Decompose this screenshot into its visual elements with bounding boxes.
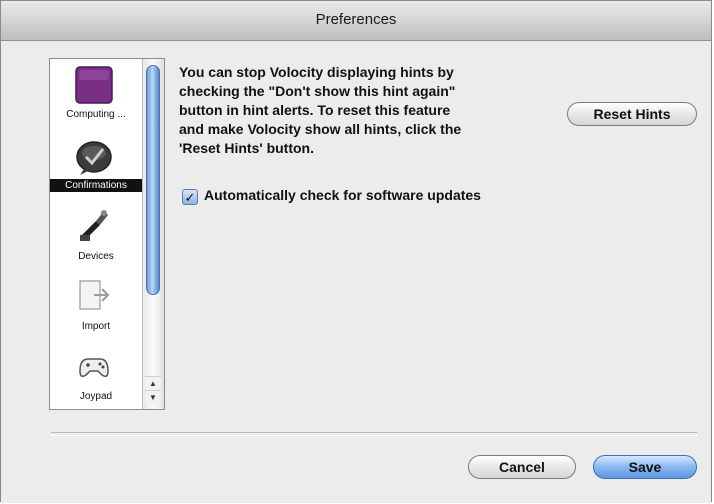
sidebar-item-confirmations[interactable]: Confirmations [50, 131, 142, 201]
description-line: checking the "Don't show this hint again… [179, 83, 456, 99]
sidebar-item-import[interactable]: Import [50, 271, 142, 341]
footer-separator [51, 432, 697, 436]
scroll-up-arrow-icon[interactable]: ▲ [145, 376, 161, 391]
scrollbar-thumb[interactable] [146, 65, 160, 295]
description-line: 'Reset Hints' button. [179, 140, 314, 156]
reset-hints-button[interactable]: Reset Hints [567, 102, 697, 126]
auto-update-label[interactable]: Automatically check for software updates [204, 187, 481, 203]
scroll-down-arrow-icon[interactable]: ▼ [145, 390, 161, 405]
window-title: Preferences [315, 11, 397, 28]
sidebar-scrollbar[interactable]: ▲ ▼ [142, 59, 164, 409]
confirmations-icon [76, 141, 112, 175]
auto-update-checkbox[interactable]: ✓ [182, 189, 198, 205]
description-line: and make Volocity show all hints, click … [179, 121, 462, 137]
import-icon [79, 280, 110, 310]
joypad-icon [79, 358, 109, 378]
hints-description: You can stop Volocity displaying hints b… [179, 63, 559, 158]
sidebar-item-devices[interactable]: Devices [50, 201, 142, 271]
sidebar-item-label: Import [81, 321, 111, 332]
devices-icon [80, 210, 108, 241]
preferences-window: Preferences Computing ... Confirmations … [0, 0, 712, 503]
description-line: button in hint alerts. To reset this fea… [179, 102, 451, 118]
preferences-sidebar: Computing ... Confirmations Devices Impo… [49, 58, 165, 410]
title-bar[interactable]: Preferences [1, 1, 711, 41]
sidebar-item-joypad[interactable]: Joypad [50, 341, 142, 409]
sidebar-item-label: Confirmations [50, 179, 142, 192]
sidebar-item-label: Joypad [79, 391, 113, 402]
sidebar-item-label: Computing ... [66, 109, 126, 120]
cancel-button[interactable]: Cancel [468, 455, 576, 479]
sidebar-item-computing[interactable]: Computing ... [50, 63, 142, 133]
description-line: You can stop Volocity displaying hints b… [179, 64, 454, 80]
sidebar-item-label: Devices [78, 251, 114, 262]
save-button[interactable]: Save [593, 455, 697, 479]
computing-icon [75, 66, 113, 104]
preferences-content: Computing ... Confirmations Devices Impo… [1, 41, 711, 503]
